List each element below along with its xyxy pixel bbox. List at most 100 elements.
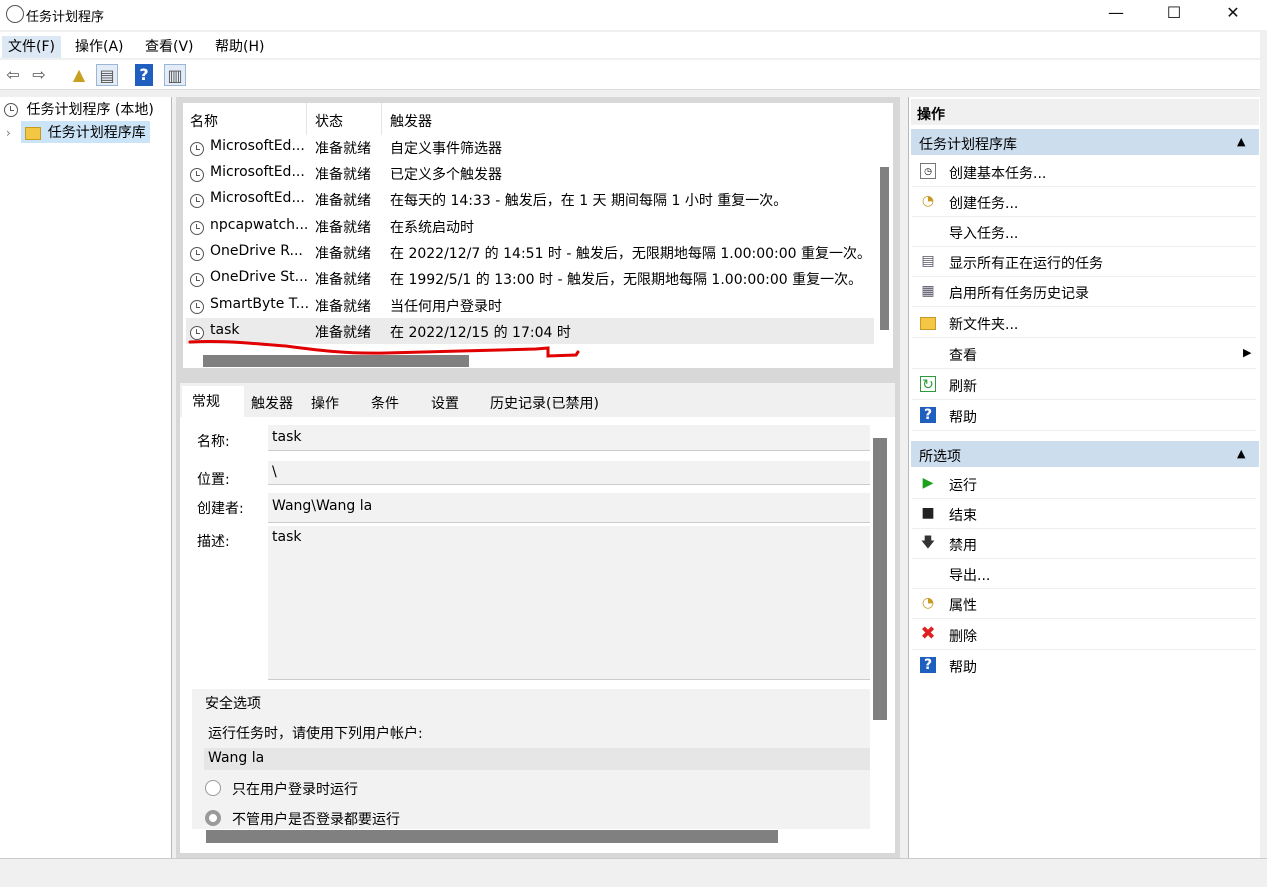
back-arrow-icon[interactable]: ⇦ [2,64,24,86]
section-title: 任务计划程序库 [919,137,1017,153]
action-create-basic-task[interactable]: ◷ 创建基本任务... [912,157,1256,187]
name-field[interactable]: task [268,425,870,451]
column-header-trigger[interactable]: 触发器 [390,111,432,131]
action-import-task[interactable]: 导入任务... [912,217,1256,247]
action-label: 删除 [949,629,977,645]
section-selected-item[interactable]: 所选项 ▲ [911,441,1259,467]
close-button[interactable]: ✕ [1204,0,1262,30]
location-field[interactable]: \ [268,461,870,485]
calendar-icon: ◷ [920,163,936,179]
show-console-tree-icon[interactable]: ▤ [96,64,118,86]
disable-icon: 🡇 [920,535,936,551]
tab-history[interactable]: 历史记录(已禁用) [490,393,599,413]
help-icon: ? [920,407,936,423]
scrollbar-thumb[interactable] [880,167,889,330]
column-header-name[interactable]: 名称 [190,111,218,131]
column-divider [306,103,307,135]
action-end[interactable]: ■ 结束 [912,499,1256,529]
details-horizontal-scrollbar-thumb[interactable] [206,830,778,843]
tree-item-label: 任务计划程序库 [47,125,146,141]
tree-item-library[interactable]: › 任务计划程序库 [0,121,170,143]
action-label: 帮助 [949,410,977,426]
task-name: OneDrive R... [210,243,303,259]
table-row[interactable]: MicrosoftEd... 准备就绪 已定义多个触发器 [186,160,874,186]
table-row[interactable]: npcapwatch... 准备就绪 在系统启动时 [186,213,874,239]
action-label: 启用所有任务历史记录 [949,286,1089,302]
action-export[interactable]: 导出... [912,559,1256,589]
list-icon: ▤ [921,253,935,269]
minimize-button[interactable]: — [1087,0,1145,30]
clock-icon [190,142,204,156]
tab-triggers[interactable]: 触发器 [251,393,293,413]
action-run[interactable]: ▶ 运行 [912,469,1256,499]
window-title: 任务计划程序 [26,10,105,25]
tree-item-selected: 任务计划程序库 [21,121,150,143]
action-show-running-tasks[interactable]: ▤ 显示所有正在运行的任务 [912,247,1256,277]
action-label: 查看 [949,348,977,364]
details-vertical-scrollbar-thumb[interactable] [873,438,887,720]
task-status: 准备就绪 [315,220,371,236]
radio-whether-logged-on[interactable] [205,810,221,826]
show-action-pane-icon[interactable]: ▥ [164,64,186,86]
column-header-status[interactable]: 状态 [315,111,343,131]
action-properties[interactable]: ◔ 属性 [912,589,1256,619]
run-as-instruction: 运行任务时，请使用下列用户帐户: [208,726,423,742]
expand-chevron-icon[interactable]: › [6,126,11,140]
action-label: 运行 [949,478,977,494]
menu-help[interactable]: 帮助(H) [209,36,270,58]
table-row[interactable]: MicrosoftEd... 准备就绪 自定义事件筛选器 [186,134,874,160]
vertical-scrollbar[interactable] [878,103,893,331]
status-bar [0,858,1267,887]
task-status: 准备就绪 [315,299,371,315]
action-create-task[interactable]: ◔ 创建任务... [912,187,1256,217]
task-trigger: 在 1992/5/1 的 13:00 时 - 触发后，无限期地每隔 1.00:0… [390,272,863,288]
radio-logged-on-only[interactable] [205,780,221,796]
action-label: 帮助 [949,660,977,676]
tab-actions[interactable]: 操作 [311,393,339,413]
collapse-icon[interactable]: ▲ [1237,135,1245,148]
action-delete[interactable]: ✖ 删除 [912,620,1256,650]
help-icon[interactable]: ? [135,64,153,86]
task-name: SmartByte T... [210,296,310,312]
section-task-library[interactable]: 任务计划程序库 ▲ [911,129,1259,155]
action-refresh[interactable]: ↻ 刷新 [912,370,1256,400]
maximize-button[interactable]: ☐ [1145,0,1203,30]
action-label: 显示所有正在运行的任务 [949,256,1103,272]
table-row[interactable]: OneDrive R... 准备就绪 在 2022/12/7 的 14:51 时… [186,239,874,265]
task-name: MicrosoftEd... [210,138,305,154]
collapse-icon[interactable]: ▲ [1237,447,1245,460]
table-row[interactable]: SmartByte T... 准备就绪 当任何用户登录时 [186,292,874,318]
menu-action[interactable]: 操作(A) [69,36,130,58]
action-disable[interactable]: 🡇 禁用 [912,529,1256,559]
action-help[interactable]: ? 帮助 [912,401,1256,431]
document-icon: ▦ [921,283,935,299]
clock-icon [190,221,204,235]
tree-item-label: 任务计划程序 (本地) [26,102,154,118]
task-name: OneDrive St... [210,269,309,285]
tree-item-local[interactable]: 任务计划程序 (本地) [0,99,170,121]
description-label: 描述: [197,534,230,550]
description-field[interactable]: task [268,526,870,680]
task-trigger: 自定义事件筛选器 [390,141,502,157]
action-help-selected[interactable]: ? 帮助 [912,651,1256,681]
action-view[interactable]: 查看 ▶ [912,339,1256,369]
action-label: 导出... [949,568,991,584]
menu-file[interactable]: 文件(F) [2,36,61,58]
action-new-folder[interactable]: 新文件夹... [912,308,1256,338]
table-row[interactable]: OneDrive St... 准备就绪 在 1992/5/1 的 13:00 时… [186,265,874,291]
run-as-user-field[interactable]: Wang la [204,748,870,770]
action-enable-history[interactable]: ▦ 启用所有任务历史记录 [912,277,1256,307]
forward-arrow-icon[interactable]: ⇨ [28,64,50,86]
table-row[interactable]: MicrosoftEd... 准备就绪 在每天的 14:33 - 触发后，在 1… [186,186,874,212]
tab-general[interactable]: 常规 [182,386,244,417]
up-folder-icon[interactable]: ▲ [68,64,90,86]
tab-settings[interactable]: 设置 [431,393,459,413]
menu-view[interactable]: 查看(V) [139,36,200,58]
author-label: 创建者: [197,501,244,517]
task-trigger: 已定义多个触发器 [390,167,502,183]
clock-icon: ◔ [921,595,935,611]
author-field[interactable]: Wang\Wang la [268,493,870,523]
menu-bar: 文件(F) 操作(A) 查看(V) 帮助(H) [0,32,1260,58]
refresh-icon: ↻ [920,376,936,393]
tab-conditions[interactable]: 条件 [371,393,399,413]
